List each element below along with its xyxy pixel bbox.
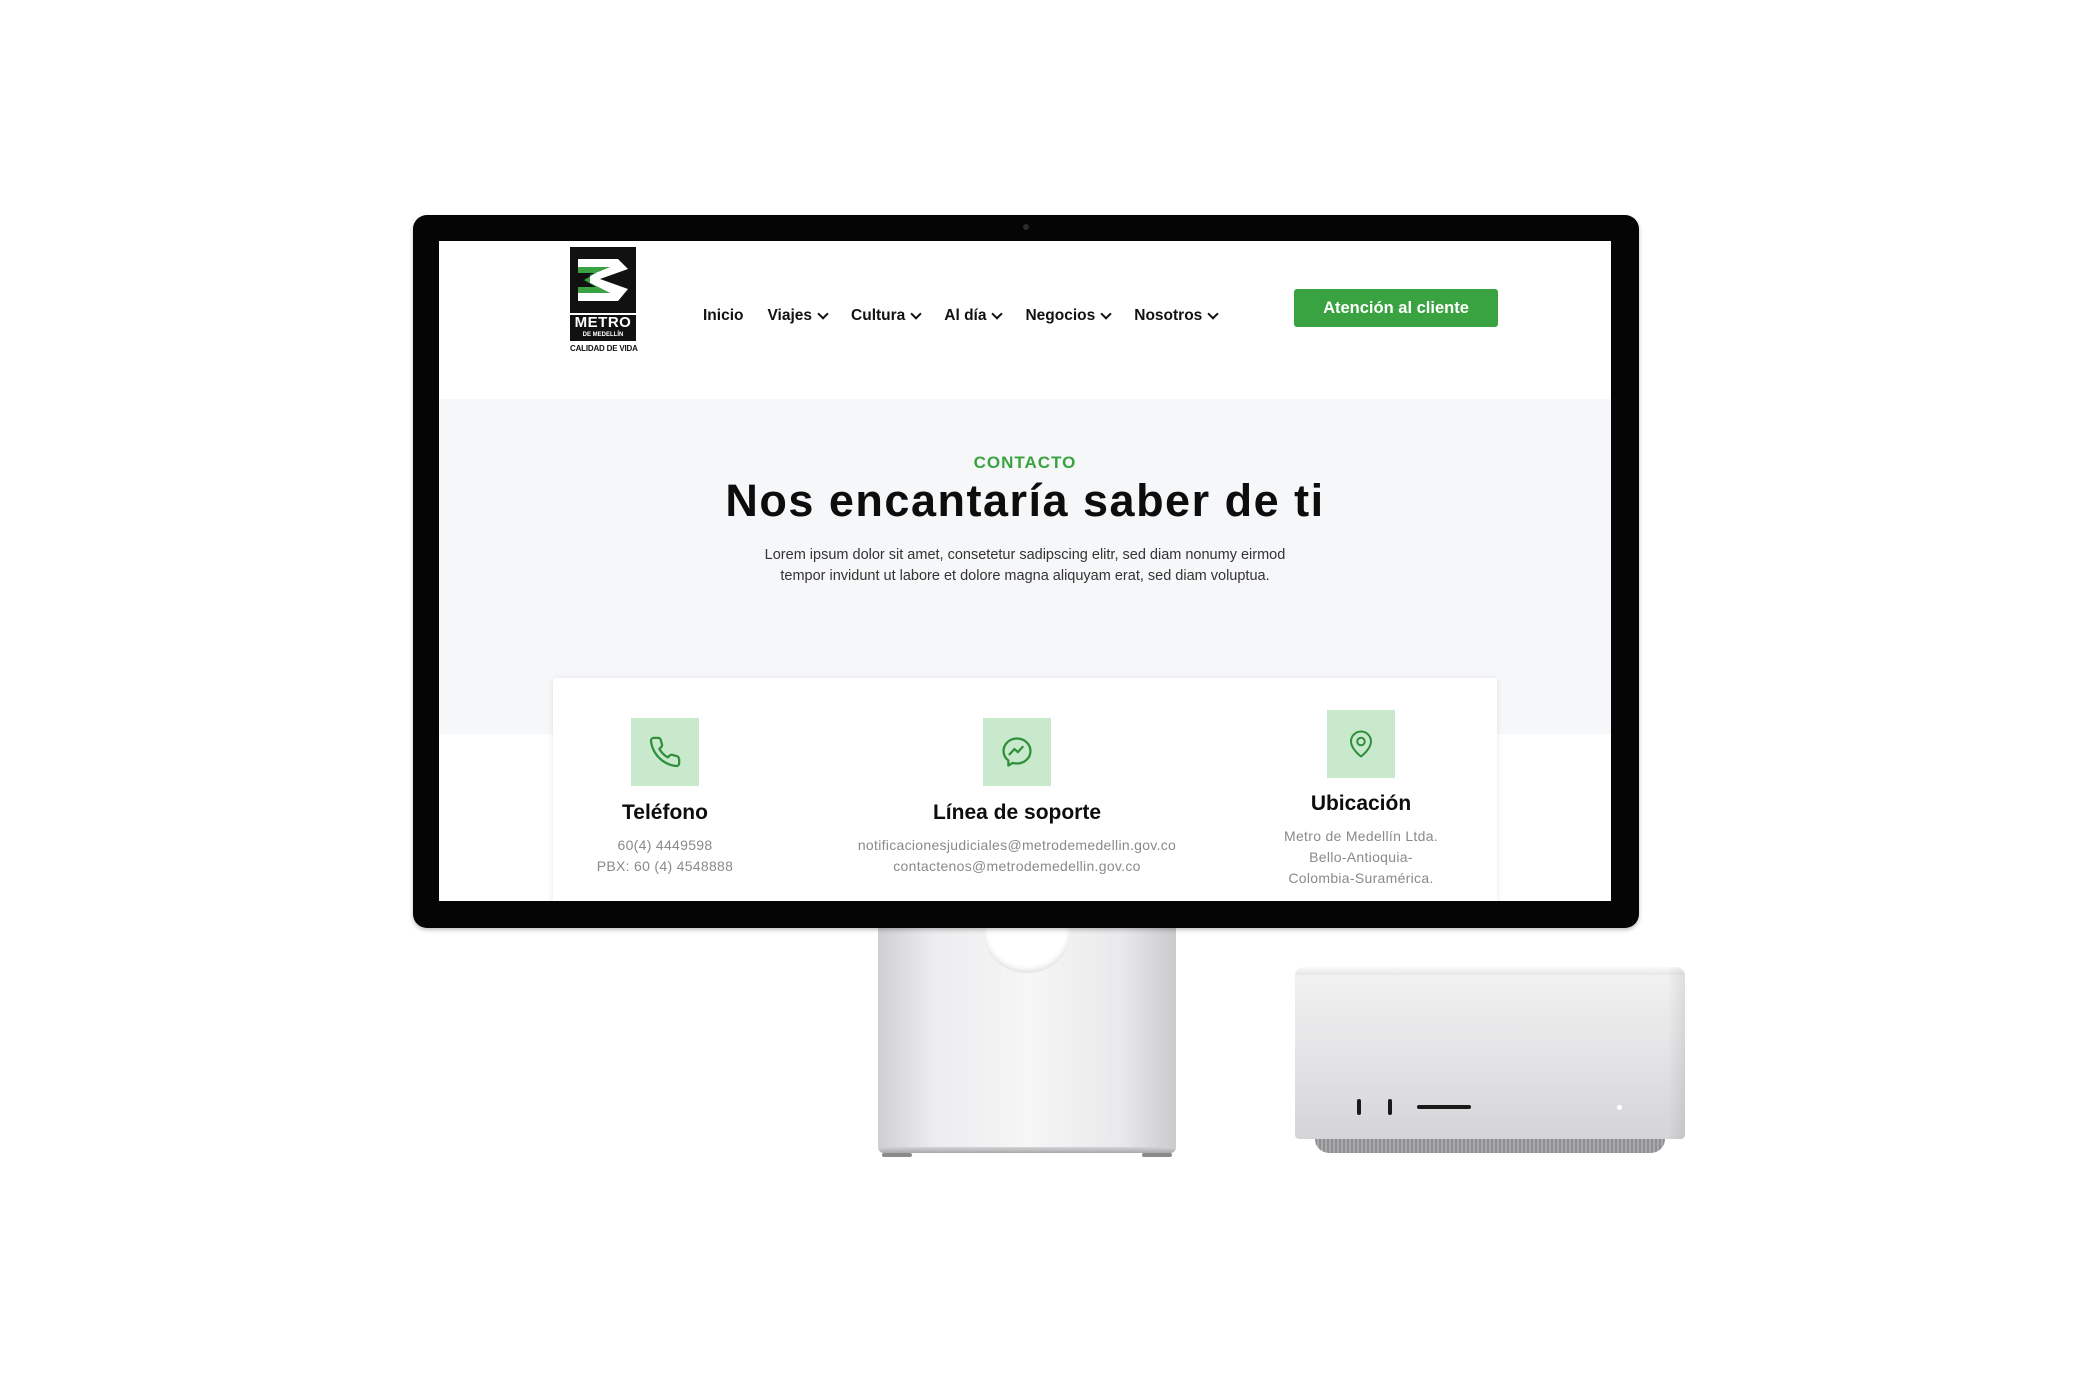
metro-logo-mark-icon: [570, 247, 636, 313]
contact-pbx-number[interactable]: PBX: 60 (4) 4548888: [553, 858, 777, 874]
location-pin-icon: [1327, 710, 1395, 778]
nav-item-label: Al día: [944, 307, 987, 324]
contact-email-general[interactable]: contactenos@metrodemedellin.gov.co: [817, 858, 1217, 874]
logo-wordmark-text: METRO: [574, 314, 632, 331]
messenger-icon: [983, 718, 1051, 786]
nav-item-inicio[interactable]: Inicio: [703, 307, 743, 325]
nav-item-label: Cultura: [851, 307, 906, 324]
logo-tagline: CALIDAD DE VIDA: [570, 344, 638, 353]
power-led-icon: [1617, 1105, 1622, 1110]
studio-top-edge: [1295, 967, 1685, 975]
chevron-down-icon: [991, 308, 1004, 320]
chevron-down-icon: [1100, 308, 1112, 320]
monitor-stand: [878, 895, 1176, 1157]
contact-title: Teléfono: [622, 801, 708, 824]
nav-item-negocios[interactable]: Negocios: [1025, 307, 1112, 325]
hero-description-line: tempor invidunt ut labore et dolore magn…: [780, 568, 1270, 584]
stand-base: [878, 1147, 1176, 1153]
hero-description-line: Lorem ipsum dolor sit amet, consetetur s…: [764, 547, 1286, 563]
nav-item-nosotros[interactable]: Nosotros: [1134, 307, 1219, 325]
page-title: Nos encantaría saber de ti: [725, 475, 1325, 526]
studio-side-shade: [1667, 967, 1685, 1139]
main-nav: Inicio Viajes Cultura Al día Negocios No…: [703, 301, 1241, 331]
nav-item-viajes[interactable]: Viajes: [767, 307, 829, 325]
metro-wordmark: METRO DE MEDELLÍN: [570, 315, 636, 341]
nav-item-al-dia[interactable]: Al día: [944, 307, 1004, 325]
contact-title: Ubicación: [1310, 792, 1412, 815]
contact-email-judicial[interactable]: notificacionesjudiciales@metrodemedellin…: [817, 837, 1217, 853]
contact-phone-number[interactable]: 60(4) 4449598: [553, 837, 777, 853]
site-header: METRO DE MEDELLÍN CALIDAD DE VIDA Inicio…: [439, 241, 1611, 399]
website-screen: METRO DE MEDELLÍN CALIDAD DE VIDA Inicio…: [439, 241, 1611, 901]
contact-card: Teléfono 60(4) 4449598 PBX: 60 (4) 45488…: [553, 678, 1497, 901]
mac-studio: [1295, 967, 1685, 1139]
hero-description: Lorem ipsum dolor sit amet, consetetur s…: [709, 545, 1341, 587]
nav-item-label: Viajes: [767, 307, 813, 324]
section-eyebrow: CONTACTO: [973, 453, 1077, 472]
usb-c-port-icon: [1357, 1099, 1361, 1115]
nav-item-cultura[interactable]: Cultura: [851, 307, 922, 325]
contact-address-line: Metro de Medellín Ltda.: [1284, 828, 1438, 844]
chevron-down-icon: [817, 308, 829, 320]
chevron-down-icon: [910, 308, 922, 320]
nav-item-label: Negocios: [1025, 307, 1096, 324]
contact-address-line: Bello-Antioquia-: [1309, 849, 1413, 865]
contact-address-line: Colombia-Suramérica.: [1288, 870, 1434, 886]
contact-title: Línea de soporte: [932, 801, 1102, 824]
camera-icon: [1023, 224, 1029, 230]
customer-service-button[interactable]: Atención al cliente: [1294, 289, 1498, 327]
logo-sub-text: DE MEDELLÍN: [582, 332, 624, 338]
nav-item-label: Inicio: [703, 307, 744, 324]
chevron-down-icon: [1207, 308, 1219, 320]
stand-foot-right: [1142, 1153, 1172, 1157]
mac-studio-vent-base: [1315, 1139, 1665, 1153]
sd-card-slot-icon: [1417, 1105, 1471, 1109]
stand-foot-left: [882, 1153, 912, 1157]
phone-icon: [631, 718, 699, 786]
metro-logo[interactable]: METRO DE MEDELLÍN CALIDAD DE VIDA: [570, 247, 638, 355]
nav-item-label: Nosotros: [1134, 307, 1203, 324]
device-mockup-scene: METRO DE MEDELLÍN CALIDAD DE VIDA Inicio…: [0, 0, 2100, 1400]
usb-c-port-icon: [1388, 1099, 1392, 1115]
monitor-bezel: METRO DE MEDELLÍN CALIDAD DE VIDA Inicio…: [413, 215, 1639, 928]
